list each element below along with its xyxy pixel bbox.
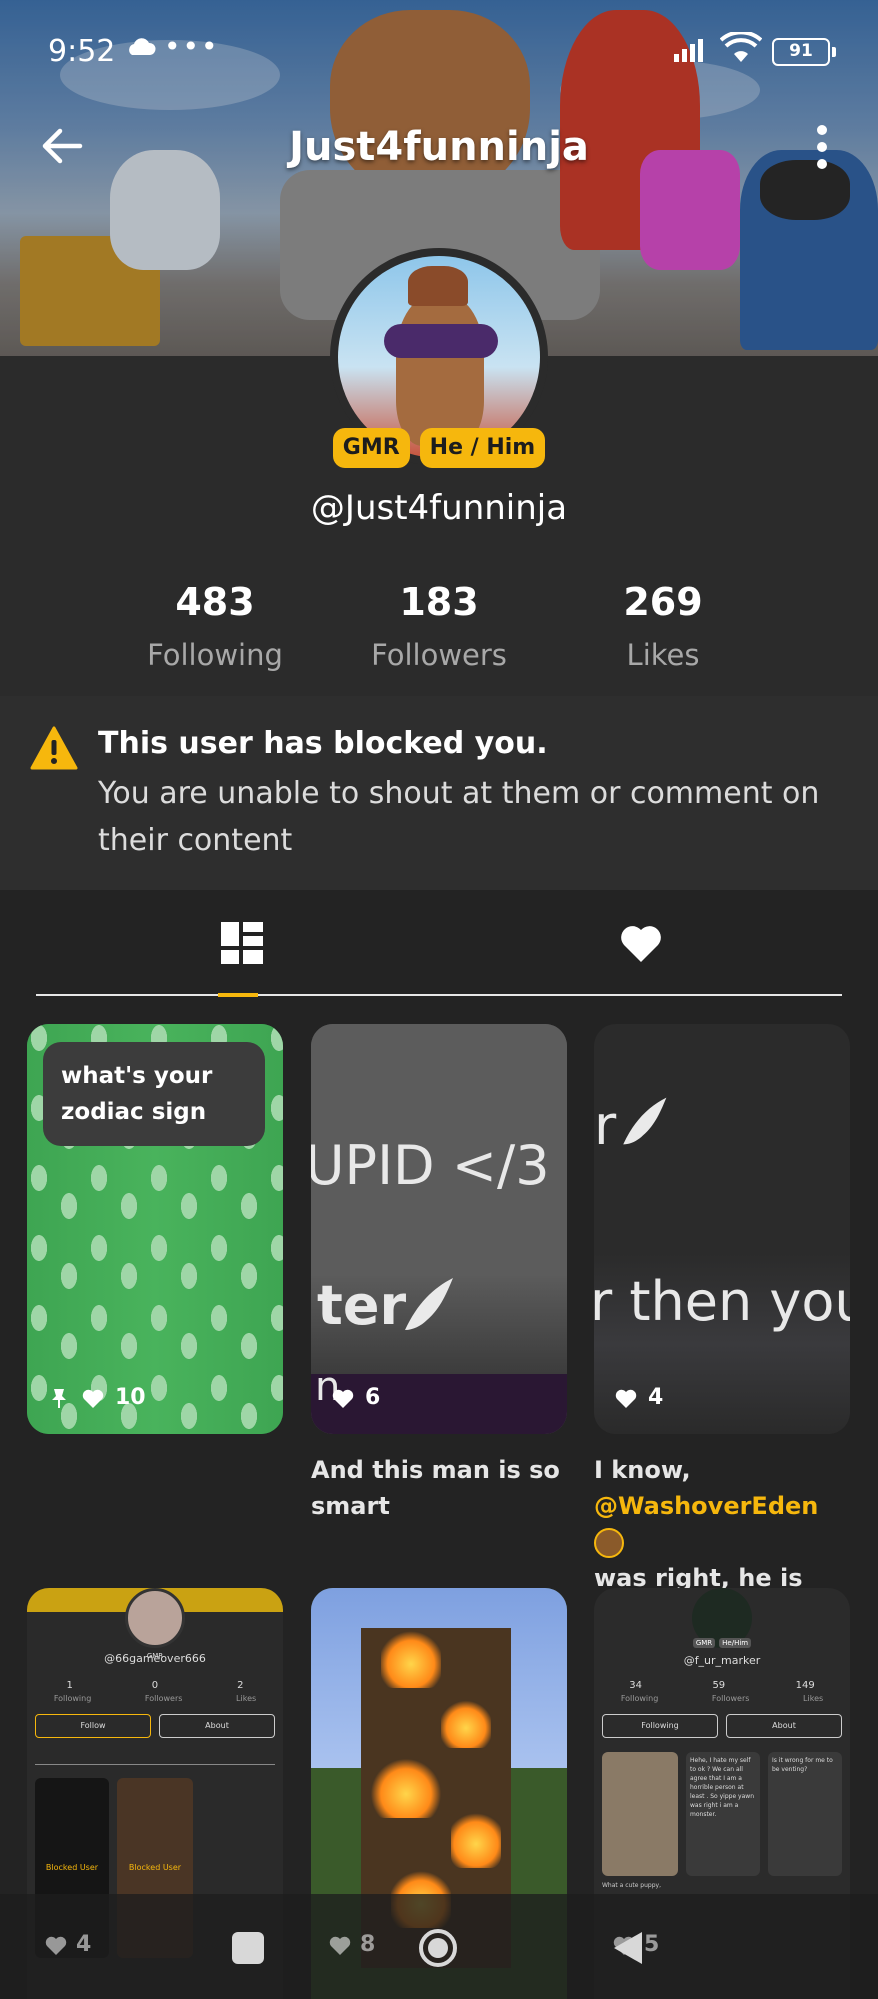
stat-followers-label: Followers [371,638,507,672]
mini-stat-labels: Following Followers Likes [594,1694,850,1703]
post-card[interactable]: r r then you, 4 [594,1024,850,1434]
mini-stat: 1 [66,1680,73,1691]
mini-stat-labels: Following Followers Likes [27,1694,283,1703]
wifi-icon [720,32,762,62]
notice-body: You are unable to shout at them or comme… [98,776,820,858]
stat-likes-label: Likes [626,638,700,672]
status-time: 9:52 [48,34,116,69]
active-tab-indicator [218,993,258,997]
post-meta: 4 [44,1932,91,1957]
like-count: 10 [115,1385,146,1410]
grid-icon[interactable] [217,918,267,968]
stat-following-label: Following [147,638,283,672]
mini-post-text: Hehe, I hate my self to ok ? We can all … [686,1752,760,1876]
mini-caption: What a cute puppy, [602,1882,661,1889]
heart-icon [45,1936,67,1955]
notification-dots: ••• [164,30,220,63]
mini-about-button: About [726,1714,842,1738]
wing-icon [405,1278,453,1330]
blocked-notice: This user has blocked you. You are unabl… [0,696,878,890]
notice-title: This user has blocked you. [98,726,548,761]
mention-avatar [594,1528,624,1558]
mini-stat-label: Followers [711,1694,750,1703]
pin-icon [52,1388,66,1408]
mini-stat-label: Following [53,1694,92,1703]
mini-stat: 0 [151,1680,159,1691]
mini-badge: He/Him [719,1638,752,1648]
like-count: 4 [76,1932,92,1957]
mini-post-text: Is it wrong for me to be venting? [768,1752,842,1876]
user-mention-link[interactable]: @WashoverEden [594,1492,818,1520]
mini-handle: @66gameover666 [104,1652,206,1665]
post-overlay-text: r then you, [594,1270,850,1333]
stat-followers[interactable]: 183 Followers [329,580,549,672]
stat-likes[interactable]: 269 Likes [553,580,773,672]
mini-stat: 2 [237,1680,244,1691]
more-options-icon[interactable] [810,124,834,170]
mini-stat-label: Likes [803,1694,824,1703]
warning-icon [30,726,78,770]
page-title: Just4funninja [289,124,589,170]
battery-indicator: 91 [772,38,836,66]
post-meta: 10 [47,1385,146,1410]
mini-stat: 149 [795,1680,815,1691]
mini-badge: GMR [692,1638,716,1648]
post-overlay-text: ter [317,1274,407,1337]
status-bar: 9:52 ••• 91 [0,0,878,104]
mini-stat: 34 [629,1680,642,1691]
mini-following-button: Following [602,1714,718,1738]
stat-following[interactable]: 483 Following [105,580,325,672]
heart-icon [615,1389,637,1408]
post-text: what's your zodiac sign [43,1042,265,1146]
stat-followers-value: 183 [399,580,479,624]
badge-row: GMR He / Him [0,428,878,468]
post-card[interactable]: what's your zodiac sign 10 [27,1024,283,1434]
post-meta: 8 [328,1932,375,1957]
badge-pronouns: He / Him [419,428,546,468]
mini-follow-button: Follow [35,1714,151,1738]
heart-icon[interactable] [616,918,666,968]
stat-likes-value: 269 [623,580,703,624]
mini-stats: 34 59 149 [594,1680,850,1691]
heart-icon [82,1389,104,1408]
mini-avatar [125,1588,185,1648]
post-meta: 6 [331,1385,380,1410]
wing-icon [623,1097,667,1145]
post-meta: 4 [614,1385,663,1410]
mini-handle: @f_ur_marker [683,1654,761,1667]
like-count: 8 [360,1932,376,1957]
mini-stat-label: Likes [236,1694,257,1703]
back-icon[interactable] [608,1928,648,1968]
home-icon[interactable] [418,1928,458,1968]
post-overlay-text: UPID </3 [311,1134,550,1197]
like-count: 6 [365,1385,381,1410]
content-tabs [36,890,842,997]
like-count: 4 [648,1385,664,1410]
mini-badges: GMR He/Him [594,1638,850,1648]
signal-icon [674,39,703,62]
username-handle: @Just4funninja [310,488,568,528]
mini-about-button: About [159,1714,275,1738]
stat-following-value: 483 [175,580,255,624]
mini-stats: 1 0 2 [27,1680,283,1691]
cloud-icon [129,38,156,55]
badge-gmr: GMR [332,428,410,468]
post-caption: And this man is so smart [311,1456,560,1520]
mini-post-image [602,1752,678,1876]
post-overlay-text: r [594,1094,617,1157]
heart-icon [332,1389,354,1408]
heart-icon [329,1936,351,1955]
system-navigation-bar: 4 8 5 [0,1894,878,1999]
caption-text: I know, [594,1456,691,1484]
mini-stat-label: Followers [144,1694,183,1703]
recent-apps-icon[interactable] [228,1928,268,1968]
stats-row: 483 Following 183 Followers 269 Likes [0,580,878,680]
post-card[interactable]: UPID </3 ter n 6 [311,1024,567,1434]
mini-stat-label: Following [620,1694,659,1703]
mini-stat: 59 [712,1680,726,1691]
